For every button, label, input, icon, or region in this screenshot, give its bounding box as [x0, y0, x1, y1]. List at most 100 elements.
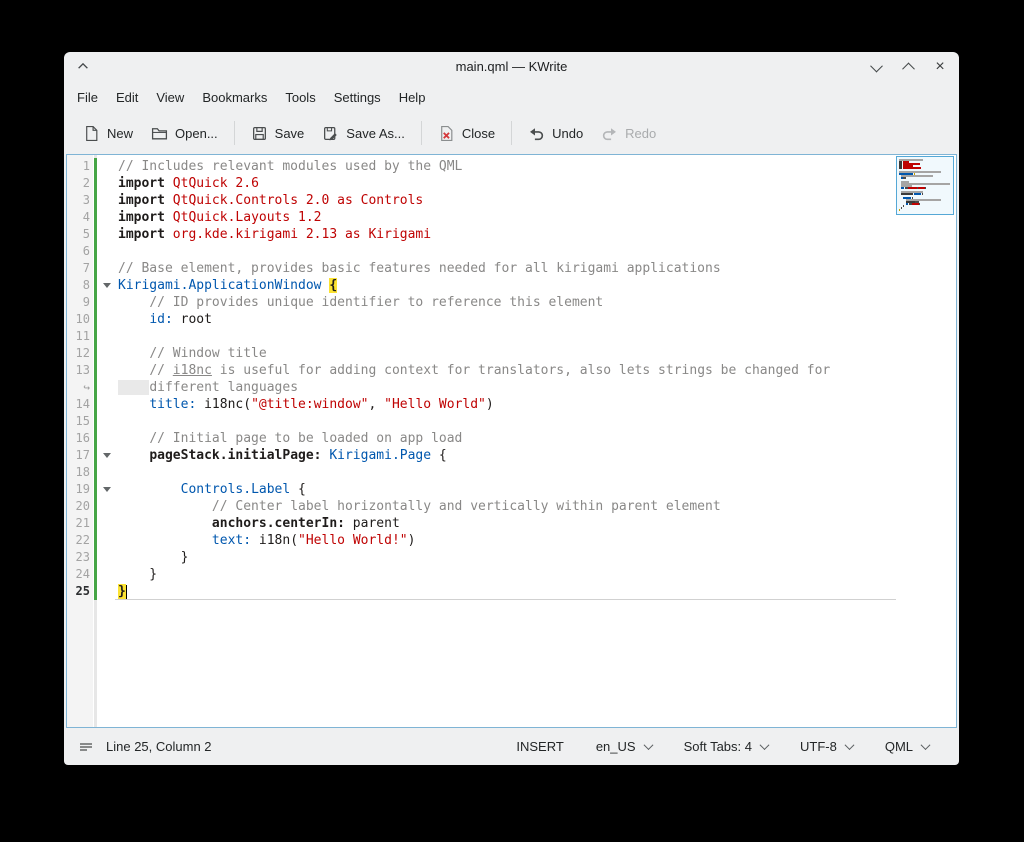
- code-line-3[interactable]: 3import QtQuick.Controls 2.0 as Controls: [67, 192, 896, 209]
- save-button[interactable]: Save: [242, 119, 314, 148]
- line-number[interactable]: 8: [67, 277, 93, 294]
- menu-item-help[interactable]: Help: [390, 85, 435, 110]
- line-number[interactable]: 15: [67, 413, 93, 430]
- line-number[interactable]: 6: [67, 243, 93, 260]
- code-line-11[interactable]: 11: [67, 328, 896, 345]
- code-line-text[interactable]: different languages: [115, 379, 896, 396]
- redo-button[interactable]: Redo: [592, 119, 665, 148]
- menu-item-bookmarks[interactable]: Bookmarks: [193, 85, 276, 110]
- code-line-9[interactable]: 9 // ID provides unique identifier to re…: [67, 294, 896, 311]
- line-number[interactable]: 13: [67, 362, 93, 379]
- minimap[interactable]: [896, 155, 956, 727]
- line-number[interactable]: 17: [67, 447, 93, 464]
- code-line-text[interactable]: pageStack.initialPage: Kirigami.Page {: [115, 447, 896, 464]
- code-line-text[interactable]: // Base element, provides basic features…: [115, 260, 896, 277]
- code-line-19[interactable]: 19 Controls.Label {: [67, 481, 896, 498]
- statusbar-dictionary[interactable]: en_US: [580, 734, 668, 759]
- statusbar-encoding[interactable]: UTF-8: [784, 734, 869, 759]
- code-line-5[interactable]: 5 import org.kde.kirigami 2.13 as Kirigam…: [67, 226, 896, 243]
- line-number[interactable]: 1: [67, 158, 93, 175]
- code-line-8[interactable]: 8 Kirigami.ApplicationWindow {: [67, 277, 896, 294]
- code-line-text[interactable]: }: [115, 566, 896, 583]
- line-number[interactable]: 23: [67, 549, 93, 566]
- code-line-14[interactable]: 14 title: i18nc("@title:window", "Hello …: [67, 396, 896, 413]
- code-line-text[interactable]: [115, 413, 896, 430]
- code-line-4[interactable]: 4 import QtQuick.Layouts 1.2: [67, 209, 896, 226]
- fold-marker-icon[interactable]: [98, 447, 115, 464]
- close-button[interactable]: Close: [429, 119, 504, 148]
- new-button[interactable]: New: [74, 119, 142, 148]
- code-line-22[interactable]: 22 text: i18n("Hello World!"): [67, 532, 896, 549]
- code-line-7[interactable]: 7 // Base element, provides basic feature…: [67, 260, 896, 277]
- code-line-16[interactable]: 16 // Initial page to be loaded on app l…: [67, 430, 896, 447]
- cursor-position[interactable]: Line 25, Column 2: [104, 734, 214, 759]
- line-number[interactable]: 5: [67, 226, 93, 243]
- line-number[interactable]: 16: [67, 430, 93, 447]
- code-line-text[interactable]: }: [115, 583, 896, 600]
- code-line-24[interactable]: 24 }: [67, 566, 896, 583]
- code-line-text[interactable]: // ID provides unique identifier to refe…: [115, 294, 896, 311]
- line-wrap-indicator[interactable]: ↪: [67, 379, 93, 396]
- code-line-text[interactable]: // Includes relevant modules used by the…: [115, 158, 896, 175]
- code-line-17[interactable]: 17 pageStack.initialPage: Kirigami.Page …: [67, 447, 896, 464]
- line-number[interactable]: 7: [67, 260, 93, 277]
- code-line-23[interactable]: 23 }: [67, 549, 896, 566]
- code-line-text[interactable]: import QtQuick 2.6: [115, 175, 896, 192]
- code-line-text[interactable]: }: [115, 549, 896, 566]
- menu-item-file[interactable]: File: [68, 85, 107, 110]
- fold-marker-icon[interactable]: [98, 481, 115, 498]
- undo-button[interactable]: Undo: [519, 119, 592, 148]
- code-line-text[interactable]: import org.kde.kirigami 2.13 as Kirigami: [115, 226, 896, 243]
- code-line-text[interactable]: Kirigami.ApplicationWindow {: [115, 277, 896, 294]
- line-number[interactable]: 22: [67, 532, 93, 549]
- line-number[interactable]: 19: [67, 481, 93, 498]
- code-line-6[interactable]: 6: [67, 243, 896, 260]
- editor-view[interactable]: 1 // Includes relevant modules used by th…: [66, 154, 957, 728]
- code-line-text[interactable]: // Center label horizontally and vertica…: [115, 498, 896, 515]
- code-line-text[interactable]: Controls.Label {: [115, 481, 896, 498]
- code-line-1[interactable]: 1 // Includes relevant modules used by th…: [67, 158, 896, 175]
- close-window-button[interactable]: ×: [931, 58, 949, 76]
- code-line-15[interactable]: 15: [67, 413, 896, 430]
- minimize-button[interactable]: [867, 58, 885, 76]
- code-line-text[interactable]: id: root: [115, 311, 896, 328]
- menu-item-tools[interactable]: Tools: [276, 85, 324, 110]
- line-number[interactable]: 20: [67, 498, 93, 515]
- statusbar-syntax-mode[interactable]: QML: [869, 734, 945, 759]
- code-line-text[interactable]: // i18nc is useful for adding context fo…: [115, 362, 896, 379]
- code-line-text[interactable]: // Initial page to be loaded on app load: [115, 430, 896, 447]
- line-number[interactable]: 12: [67, 345, 93, 362]
- line-number[interactable]: 2: [67, 175, 93, 192]
- save-as-button[interactable]: Save As...: [313, 119, 414, 148]
- code-line-text[interactable]: // Window title: [115, 345, 896, 362]
- code-line-10[interactable]: 10 id: root: [67, 311, 896, 328]
- line-number[interactable]: 18: [67, 464, 93, 481]
- code-line-text[interactable]: anchors.centerIn: parent: [115, 515, 896, 532]
- code-line-20[interactable]: 20 // Center label horizontally and vert…: [67, 498, 896, 515]
- code-lines[interactable]: 1 // Includes relevant modules used by th…: [67, 158, 896, 600]
- code-line-text[interactable]: title: i18nc("@title:window", "Hello Wor…: [115, 396, 896, 413]
- code-line-text[interactable]: [115, 243, 896, 260]
- line-number[interactable]: 14: [67, 396, 93, 413]
- code-line-text[interactable]: import QtQuick.Layouts 1.2: [115, 209, 896, 226]
- line-number[interactable]: 24: [67, 566, 93, 583]
- line-number[interactable]: 10: [67, 311, 93, 328]
- menu-item-edit[interactable]: Edit: [107, 85, 147, 110]
- code-line-12[interactable]: 12 // Window title: [67, 345, 896, 362]
- code-line-text[interactable]: text: i18n("Hello World!"): [115, 532, 896, 549]
- code-pane[interactable]: 1 // Includes relevant modules used by th…: [67, 155, 896, 727]
- code-line-text[interactable]: [115, 328, 896, 345]
- fold-marker-icon[interactable]: [98, 277, 115, 294]
- menu-item-settings[interactable]: Settings: [325, 85, 390, 110]
- code-line-13[interactable]: 13 // i18nc is useful for adding context…: [67, 362, 896, 379]
- line-number[interactable]: 25: [67, 583, 93, 600]
- code-line-25[interactable]: 25}: [67, 583, 896, 600]
- statusbar-tab-settings[interactable]: Soft Tabs: 4: [668, 734, 784, 759]
- code-line-text[interactable]: [115, 464, 896, 481]
- code-line-2[interactable]: 2 import QtQuick 2.6: [67, 175, 896, 192]
- line-number[interactable]: 4: [67, 209, 93, 226]
- code-line-wrapped[interactable]: ↪ different languages: [67, 379, 896, 396]
- line-number[interactable]: 21: [67, 515, 93, 532]
- code-line-text[interactable]: import QtQuick.Controls 2.0 as Controls: [115, 192, 896, 209]
- open-button[interactable]: Open...: [142, 119, 227, 148]
